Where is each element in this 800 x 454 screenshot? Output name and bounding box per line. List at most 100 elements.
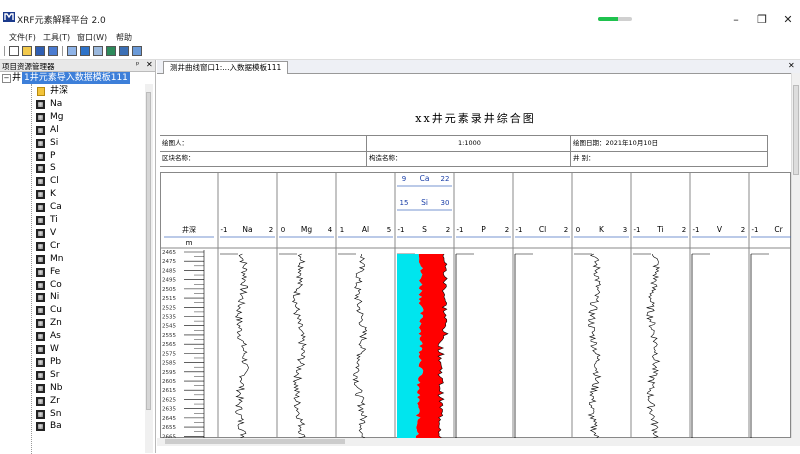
tree-item-s[interactable]: ▦ S — [36, 162, 146, 175]
block-label: 区块名称： — [162, 154, 195, 162]
tree-item-mn[interactable]: ▦ Mn — [36, 253, 146, 266]
save-all-icon[interactable] — [48, 46, 58, 56]
root-prefix: 井 — [12, 73, 22, 83]
tree-item-ca[interactable]: ▦ Ca — [36, 201, 146, 214]
image-icon[interactable] — [132, 46, 142, 56]
doc-horizontal-scrollbar-thumb[interactable] — [165, 439, 345, 444]
tab-log-window[interactable]: 测井曲线窗口1:...入数据模板111 — [163, 61, 289, 74]
menu-file[interactable]: 文件(F) — [9, 32, 36, 43]
tree-item-ti[interactable]: ▦ Ti — [36, 214, 146, 227]
tree-item-v[interactable]: ▦ V — [36, 227, 146, 240]
tree-item-sn[interactable]: ▦ Sn — [36, 408, 146, 421]
copy-icon[interactable] — [67, 46, 77, 56]
open-icon[interactable] — [22, 46, 32, 56]
pin-icon[interactable]: ᵖ — [136, 60, 139, 69]
tree-item-label: Zr — [50, 395, 60, 406]
tree-item-pb[interactable]: ▦ Pb — [36, 356, 146, 369]
element-icon: ▦ — [36, 203, 45, 213]
menu-tools[interactable]: 工具(T) — [43, 32, 70, 43]
depth-tick-label: 2535 — [162, 315, 176, 321]
tree-item-sr[interactable]: ▦ Sr — [36, 369, 146, 382]
track-scale-min: 0 — [281, 226, 285, 234]
panel-scrollbar[interactable] — [145, 84, 153, 453]
progress-fill — [598, 17, 619, 21]
depth-tick-label: 2555 — [162, 333, 176, 339]
header-table: 绘图人： 1:1000 绘图日期：2021年10月10日 区块名称： 构造名称：… — [160, 135, 768, 167]
maximize-button[interactable]: ❐ — [754, 13, 770, 27]
header-col-divider — [366, 136, 367, 166]
tree-item-w[interactable]: ▦ W — [36, 343, 146, 356]
tree-item-cu[interactable]: ▦ Cu — [36, 304, 146, 317]
header-col-divider — [570, 136, 571, 166]
menu-window[interactable]: 窗口(W) — [77, 32, 107, 43]
tree-item-cr[interactable]: ▦ Cr — [36, 240, 146, 253]
menu-bar: 文件(F) 工具(T) 窗口(W) 帮助 — [0, 30, 800, 43]
tree-item-label: Zn — [50, 318, 62, 329]
track-scale-min: -1 — [457, 226, 464, 234]
track-scale-min: -1 — [752, 226, 759, 234]
tree-item-fe[interactable]: ▦ Fe — [36, 266, 146, 279]
track-curve-k — [587, 253, 602, 438]
tree-item-label: Ca — [50, 202, 62, 213]
toolbar — [0, 43, 800, 59]
tree-root[interactable]: − 井 1井元素导入数据模板111 — [2, 72, 152, 84]
track-curve-ti — [646, 253, 661, 438]
doc-vertical-scrollbar[interactable] — [791, 73, 800, 438]
element-icon: ▦ — [36, 138, 45, 148]
menu-help[interactable]: 帮助 — [116, 32, 132, 43]
element-icon: ▦ — [36, 177, 45, 187]
tree-item-mg[interactable]: ▦ Mg — [36, 111, 146, 124]
tree-item-zn[interactable]: ▦ Zn — [36, 317, 146, 330]
doc-horizontal-scrollbar[interactable] — [157, 438, 800, 446]
element-icon: ▦ — [36, 332, 45, 342]
tree-item-cl[interactable]: ▦ Cl — [36, 175, 146, 188]
collapse-icon[interactable]: − — [2, 74, 11, 83]
tab-close-icon[interactable]: ✕ — [788, 61, 795, 70]
tree-item-si[interactable]: ▦ Si — [36, 137, 146, 150]
close-button[interactable]: ✕ — [780, 13, 796, 27]
tree-root-label[interactable]: 1井元素导入数据模板111 — [22, 72, 130, 84]
panel-scrollbar-thumb[interactable] — [146, 92, 151, 410]
depth-tick-label: 2515 — [162, 296, 176, 302]
tree-item-ba[interactable]: ▦ Ba — [36, 420, 146, 433]
track-scale-min: 1 — [340, 226, 344, 234]
doc-vertical-scrollbar-thumb[interactable] — [793, 85, 799, 175]
element-icon: ▦ — [36, 228, 45, 238]
depth-tick-label: 2475 — [162, 259, 176, 265]
project-explorer-header: 项目资源管理器 ᵖ ✕ — [0, 60, 155, 72]
tree-item-k[interactable]: ▦ K — [36, 188, 146, 201]
tree-item-nb[interactable]: ▦ Nb — [36, 382, 146, 395]
drawer-label: 绘图人： — [162, 139, 188, 147]
new-icon[interactable] — [9, 46, 19, 56]
element-icon: ▦ — [36, 409, 45, 419]
depth-tick-label: 2595 — [162, 370, 176, 376]
tree-item-as[interactable]: ▦ As — [36, 330, 146, 343]
tree-item-label: Co — [50, 279, 62, 290]
list-icon[interactable] — [119, 46, 129, 56]
grid-icon[interactable] — [80, 46, 90, 56]
minimize-button[interactable]: – — [728, 13, 744, 27]
tree-item-label: Ni — [50, 292, 60, 303]
element-icon: ▦ — [36, 396, 45, 406]
tree-item-na[interactable]: ▦ Na — [36, 98, 146, 111]
panel-close-icon[interactable]: ✕ — [146, 60, 153, 69]
tree-item-label: Ba — [50, 421, 62, 432]
track-curve-na — [234, 253, 249, 438]
track-scale-max: 2 — [505, 226, 509, 234]
element-icon: ▦ — [36, 280, 45, 290]
tree-item-p[interactable]: ▦ P — [36, 150, 146, 163]
tree-item-co[interactable]: ▦ Co — [36, 279, 146, 292]
track-scale-min: -1 — [398, 226, 405, 234]
tree-item-ni[interactable]: ▦ Ni — [36, 291, 146, 304]
tree-item-label: Fe — [50, 266, 61, 277]
element-icon: ▦ — [36, 190, 45, 200]
oilfield-label: 构造名称： — [369, 154, 402, 162]
track-scale-min: 9 — [402, 175, 406, 183]
tree-item-al[interactable]: ▦ Al — [36, 124, 146, 137]
tree-item-zr[interactable]: ▦ Zr — [36, 395, 146, 408]
table-icon[interactable] — [106, 46, 116, 56]
tree-item-depth[interactable]: 井深 — [36, 85, 146, 98]
export-icon[interactable] — [93, 46, 103, 56]
save-icon[interactable] — [35, 46, 45, 56]
depth-tick-label: 2575 — [162, 351, 176, 357]
